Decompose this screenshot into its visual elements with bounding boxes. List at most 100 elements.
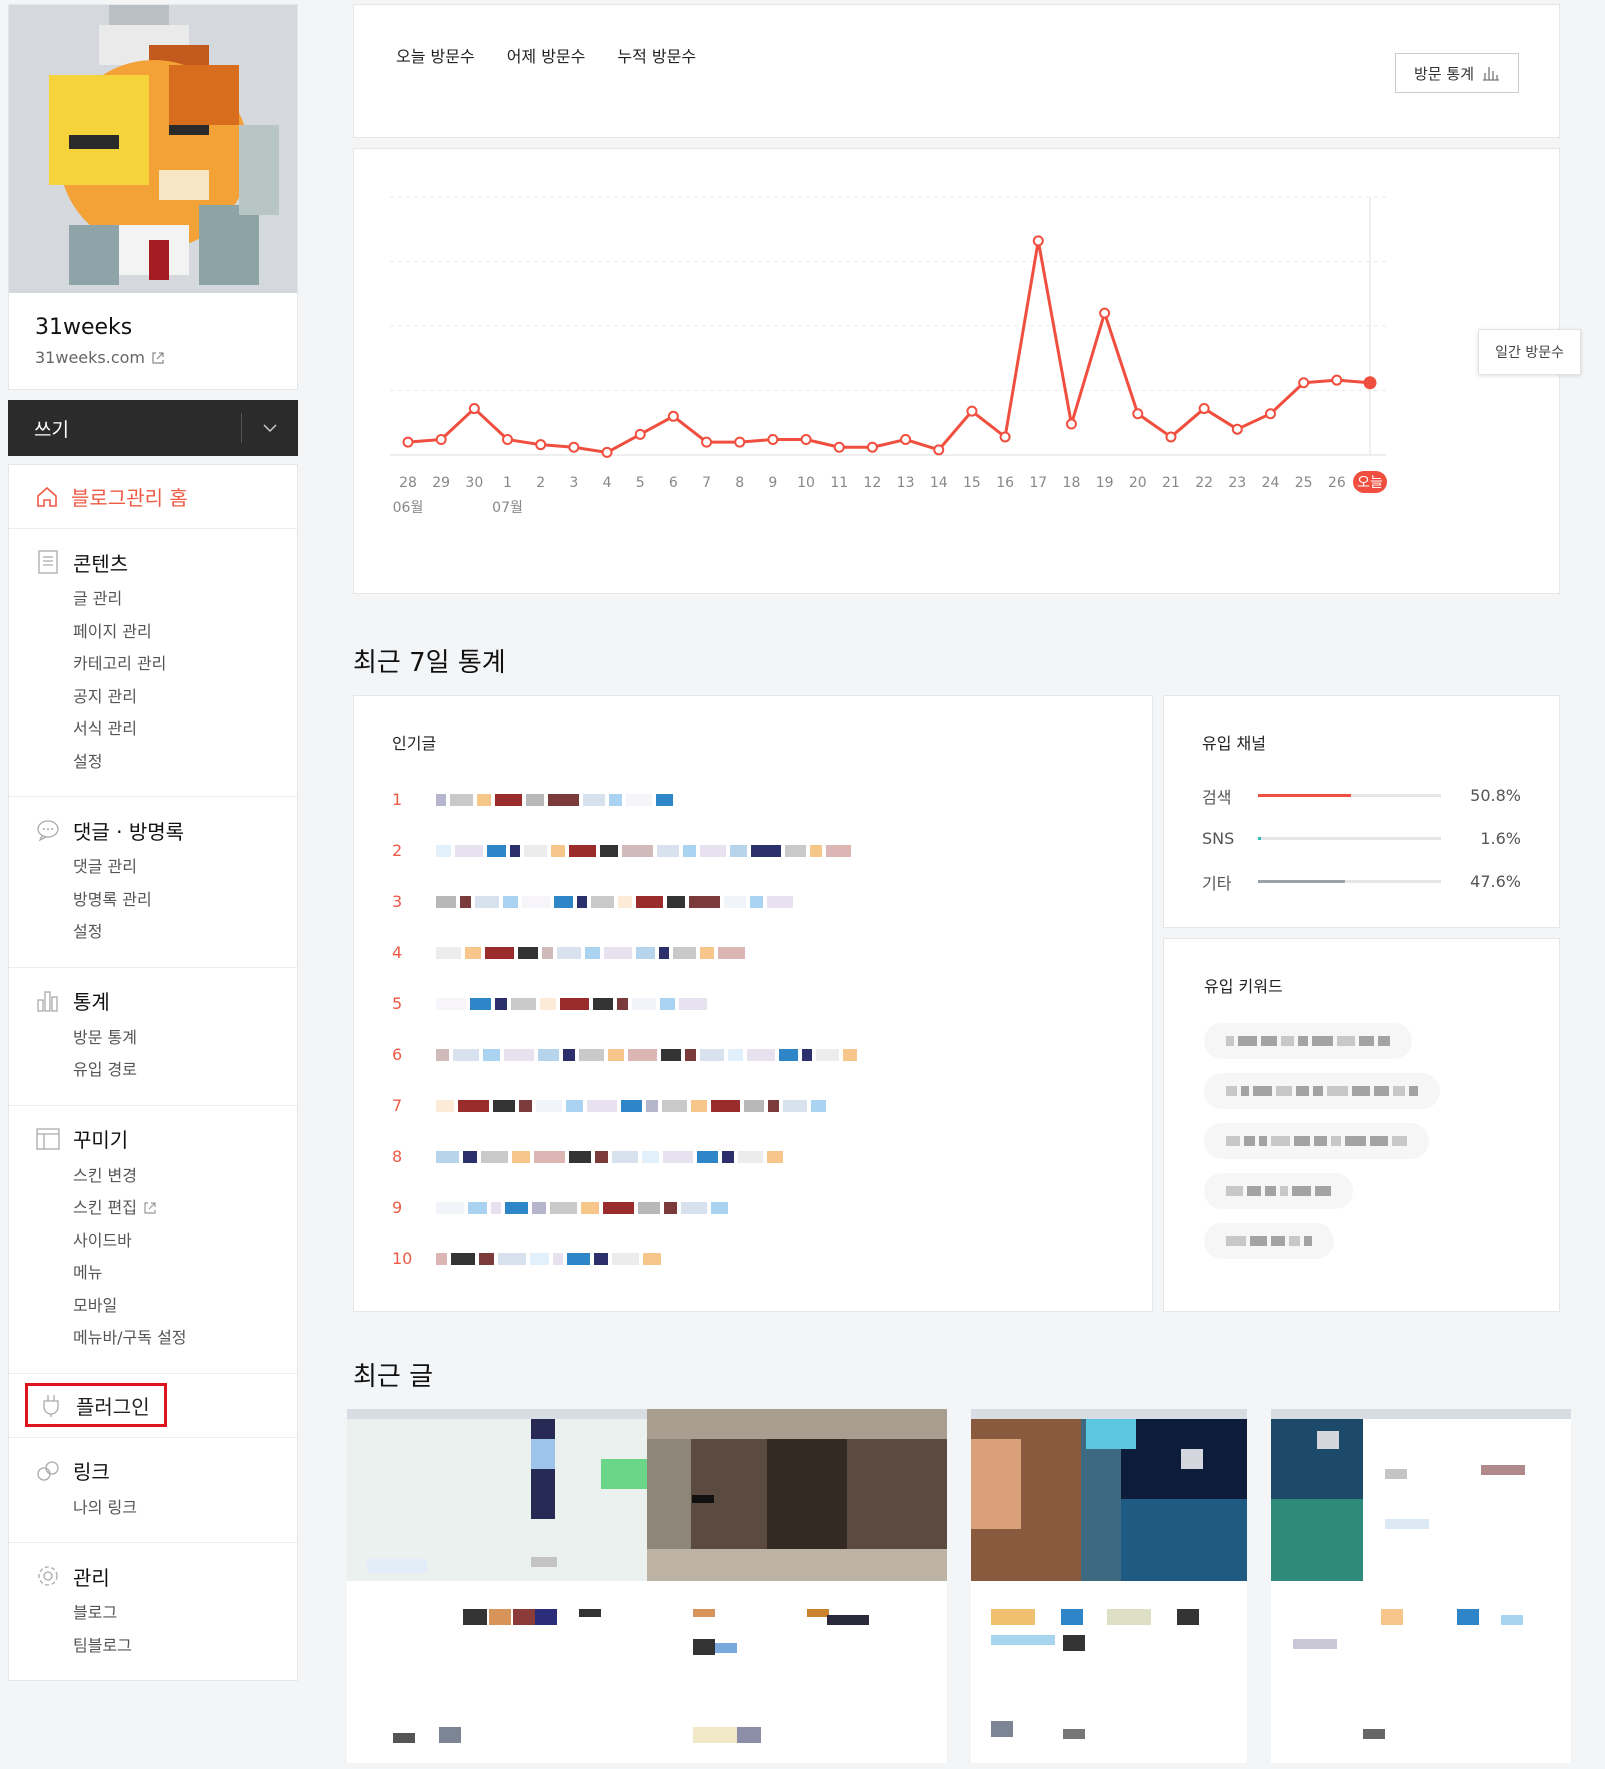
data-point[interactable]: [966, 405, 978, 417]
popular-post-item[interactable]: 1: [392, 774, 1114, 825]
popular-post-item[interactable]: 7: [392, 1080, 1114, 1131]
data-point[interactable]: [1298, 377, 1310, 389]
sidebar-item-skin-change[interactable]: 스킨 변경: [9, 1160, 297, 1193]
visit-stats-button-label: 방문 통계: [1414, 64, 1474, 83]
data-point[interactable]: [734, 436, 746, 448]
popular-post-rank: 8: [392, 1147, 403, 1166]
data-point[interactable]: [435, 434, 447, 446]
sidebar-item-guestbook-manage[interactable]: 방명록 관리: [9, 884, 297, 917]
post-thumbnail-image: [1271, 1409, 1571, 1581]
write-dropdown-button[interactable]: [242, 423, 298, 433]
group-title-stats[interactable]: 통계: [9, 986, 297, 1016]
write-bar: 쓰기: [8, 400, 298, 456]
popular-post-item[interactable]: 3: [392, 876, 1114, 927]
sidebar-item-plugin[interactable]: 플러그인: [25, 1383, 167, 1427]
sidebar-item-home[interactable]: 블로그관리 홈: [9, 465, 297, 529]
sidebar-item-comments-settings[interactable]: 설정: [9, 916, 297, 949]
bar-chart-icon: [1483, 67, 1499, 81]
data-point[interactable]: [1099, 307, 1111, 319]
sidebar-item-mobile[interactable]: 모바일: [9, 1290, 297, 1323]
visit-stats-button[interactable]: 방문 통계: [1395, 53, 1519, 93]
recent-post-card[interactable]: [347, 1409, 947, 1763]
group-title-comments[interactable]: 댓글 · 방명록: [9, 815, 297, 845]
sidebar-item-category-manage[interactable]: 카테고리 관리: [9, 648, 297, 681]
data-point[interactable]: [1363, 376, 1377, 390]
x-tick-label: 28: [399, 475, 417, 491]
group-title-label: 링크: [73, 1460, 110, 1484]
popular-post-item[interactable]: 5: [392, 978, 1114, 1029]
data-point[interactable]: [1132, 408, 1144, 420]
popular-post-item[interactable]: 10: [392, 1233, 1114, 1284]
profile-card: 31weeks 31weeks.com: [8, 4, 298, 390]
data-point[interactable]: [502, 434, 514, 446]
data-point[interactable]: [634, 428, 646, 440]
data-point[interactable]: [1231, 423, 1243, 435]
data-point[interactable]: [833, 441, 845, 453]
data-point[interactable]: [800, 434, 812, 446]
data-point[interactable]: [900, 434, 912, 446]
popular-post-item[interactable]: 2: [392, 825, 1114, 876]
data-point[interactable]: [402, 436, 414, 448]
sidebar-item-referrer[interactable]: 유입 경로: [9, 1054, 297, 1087]
data-point[interactable]: [866, 441, 878, 453]
inflow-keyword-chip[interactable]: [1204, 1223, 1334, 1259]
sidebar-item-template-manage[interactable]: 서식 관리: [9, 713, 297, 746]
popular-post-item[interactable]: 4: [392, 927, 1114, 978]
group-title-contents[interactable]: 콘텐츠: [9, 547, 297, 577]
x-tick-label: 10: [797, 475, 815, 491]
data-point[interactable]: [701, 436, 713, 448]
data-point[interactable]: [468, 403, 480, 415]
sidebar-item-comment-manage[interactable]: 댓글 관리: [9, 851, 297, 884]
sidebar-item-my-links[interactable]: 나의 링크: [9, 1492, 297, 1525]
group-title-design[interactable]: 꾸미기: [9, 1124, 297, 1154]
data-point[interactable]: [1331, 374, 1343, 386]
tab-yesterday-visits[interactable]: 어제 방문수: [507, 43, 586, 67]
avatar[interactable]: [9, 5, 297, 293]
inflow-keyword-chip[interactable]: [1204, 1023, 1412, 1059]
popular-post-item[interactable]: 8: [392, 1131, 1114, 1182]
data-point[interactable]: [1165, 431, 1177, 443]
data-point[interactable]: [568, 441, 580, 453]
sidebar-item-notice-manage[interactable]: 공지 관리: [9, 681, 297, 714]
sidebar-item-page-manage[interactable]: 페이지 관리: [9, 616, 297, 649]
data-point[interactable]: [933, 444, 945, 456]
write-button[interactable]: 쓰기: [8, 415, 241, 442]
x-tick-label: 17: [1029, 475, 1047, 491]
popular-post-rank: 6: [392, 1045, 403, 1064]
sidebar-item-contents-settings[interactable]: 설정: [9, 746, 297, 779]
inflow-keyword-chip[interactable]: [1204, 1123, 1429, 1159]
popular-post-title-blurred: [436, 997, 707, 1010]
group-title-admin[interactable]: 관리: [9, 1561, 297, 1591]
sidebar-item-menubar-subscribe[interactable]: 메뉴바/구독 설정: [9, 1322, 297, 1355]
tab-total-visits[interactable]: 누적 방문수: [617, 43, 696, 67]
sidebar-item-menu[interactable]: 메뉴: [9, 1257, 297, 1290]
sidebar-item-post-manage[interactable]: 글 관리: [9, 583, 297, 616]
avatar-image: [9, 5, 297, 293]
data-point[interactable]: [601, 446, 613, 458]
recent-post-card[interactable]: [1271, 1409, 1571, 1763]
data-point[interactable]: [667, 410, 679, 422]
data-point[interactable]: [535, 439, 547, 451]
popular-post-item[interactable]: 6: [392, 1029, 1114, 1080]
inflow-keyword-chip[interactable]: [1204, 1073, 1440, 1109]
data-point[interactable]: [1032, 235, 1044, 247]
recent-post-card[interactable]: [971, 1409, 1247, 1763]
x-tick-label: 3: [569, 475, 578, 491]
popular-post-item[interactable]: 9: [392, 1182, 1114, 1233]
blog-url-link[interactable]: 31weeks.com: [35, 348, 271, 367]
data-point[interactable]: [1264, 408, 1276, 420]
visit-chart-card: 28 29 30 1 2 3 4 5 6 7 8 9 10 11 12 13 14 15 16 17 18 19 20 21 2…: [353, 148, 1581, 594]
sidebar-item-blog[interactable]: 블로그: [9, 1597, 297, 1630]
data-point[interactable]: [1065, 418, 1077, 430]
tab-today-visits[interactable]: 오늘 방문수: [396, 43, 475, 67]
sidebar-item-team-blog[interactable]: 팀블로그: [9, 1630, 297, 1663]
data-point[interactable]: [767, 434, 779, 446]
data-point[interactable]: [1198, 403, 1210, 415]
sidebar-item-skin-edit[interactable]: 스킨 편집: [9, 1192, 297, 1225]
sidebar-item-sidebar[interactable]: 사이드바: [9, 1225, 297, 1258]
data-point[interactable]: [999, 431, 1011, 443]
group-title-link[interactable]: 링크: [9, 1456, 297, 1486]
sidebar-item-visit-stats[interactable]: 방문 통계: [9, 1022, 297, 1055]
blog-name[interactable]: 31weeks: [35, 315, 271, 340]
inflow-keyword-chip[interactable]: [1204, 1173, 1353, 1209]
